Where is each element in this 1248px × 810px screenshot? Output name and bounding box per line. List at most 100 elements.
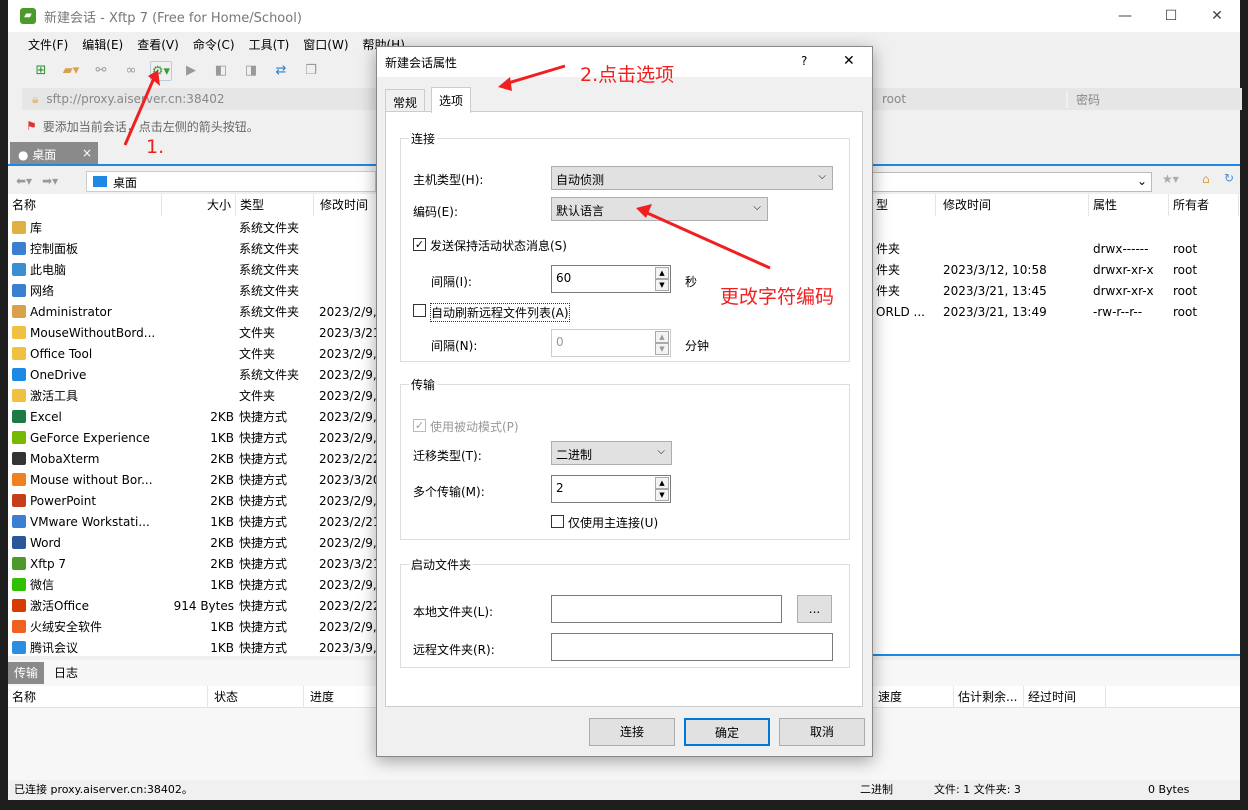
remote-path-input[interactable]: ⌄ bbox=[868, 172, 1152, 192]
menu-tools[interactable]: 工具(T) bbox=[249, 36, 290, 53]
tab-desktop[interactable]: ● 桌面 × bbox=[10, 142, 98, 166]
tab-log[interactable]: 日志 bbox=[48, 662, 84, 684]
connect-button[interactable]: 连接 bbox=[589, 718, 675, 746]
keepalive-checkbox[interactable]: ✓ bbox=[413, 238, 426, 251]
col-eta[interactable]: 估计剩余... bbox=[958, 686, 1024, 708]
col-speed[interactable]: 速度 bbox=[878, 686, 954, 708]
file-row[interactable]: Excel 2KB 快捷方式 2023/2/9, bbox=[8, 407, 384, 428]
col-name[interactable]: 名称 bbox=[12, 194, 162, 216]
dialog-close-button[interactable]: ✕ bbox=[843, 53, 855, 69]
remote-file-row[interactable]: 件夹 2023/3/21, 13:45 drwxr-xr-x root bbox=[868, 281, 1240, 302]
upload-icon[interactable]: ◧ bbox=[210, 61, 232, 81]
transfer-icon[interactable]: ⇄ bbox=[270, 61, 292, 81]
local-folder-input[interactable] bbox=[551, 595, 782, 623]
encoding-select[interactable]: 默认语言 ⌵ bbox=[551, 197, 768, 221]
ok-button[interactable]: 确定 bbox=[684, 718, 770, 746]
minimize-button[interactable]: — bbox=[1102, 0, 1148, 32]
file-row[interactable]: 激活工具 文件夹 2023/2/9, bbox=[8, 386, 384, 407]
chevron-down-icon[interactable]: ⌄ bbox=[1137, 174, 1147, 188]
username-field[interactable]: root bbox=[882, 92, 1070, 106]
menu-view[interactable]: 查看(V) bbox=[137, 36, 179, 53]
file-row[interactable]: 此电脑 系统文件夹 bbox=[8, 260, 384, 281]
menu-edit[interactable]: 编辑(E) bbox=[82, 36, 123, 53]
file-row[interactable]: 激活Office 914 Bytes 快捷方式 2023/2/22 bbox=[8, 596, 384, 617]
remote-file-row[interactable]: 件夹 drwx------ root bbox=[868, 239, 1240, 260]
file-row[interactable]: Mouse without Bor... 2KB 快捷方式 2023/3/20 bbox=[8, 470, 384, 491]
col-modified[interactable]: 修改时间 bbox=[320, 194, 384, 216]
close-button[interactable]: ✕ bbox=[1194, 0, 1240, 32]
local-path-input[interactable]: 桌面 bbox=[86, 171, 376, 192]
file-row[interactable]: 库 系统文件夹 bbox=[8, 218, 384, 239]
file-row[interactable]: 微信 1KB 快捷方式 2023/2/9, bbox=[8, 575, 384, 596]
terminal-icon[interactable]: ▶ bbox=[180, 61, 202, 81]
col-modified[interactable]: 修改时间 bbox=[943, 194, 1089, 216]
passive-mode-checkbox[interactable]: ✓ bbox=[413, 419, 426, 432]
col-progress[interactable]: 进度 bbox=[310, 686, 380, 708]
copy-icon[interactable]: ❐ bbox=[300, 61, 322, 81]
col-type[interactable]: 类型 bbox=[240, 194, 314, 216]
file-row[interactable]: OneDrive 系统文件夹 2023/2/9, bbox=[8, 365, 384, 386]
forward-icon[interactable]: ➡▾ bbox=[42, 174, 58, 188]
menu-window[interactable]: 窗口(W) bbox=[303, 36, 348, 53]
col-owner[interactable]: 所有者 bbox=[1173, 194, 1239, 216]
password-field[interactable]: 密码 bbox=[1066, 90, 1100, 108]
file-row[interactable]: 网络 系统文件夹 bbox=[8, 281, 384, 302]
host-type-select[interactable]: 自动侦测 ⌵ bbox=[551, 166, 833, 190]
tab-options[interactable]: 选项 bbox=[431, 87, 472, 113]
col-status[interactable]: 状态 bbox=[214, 686, 304, 708]
file-row[interactable]: 控制面板 系统文件夹 bbox=[8, 239, 384, 260]
col-elapsed[interactable]: 经过时间 bbox=[1028, 686, 1106, 708]
parent-folder-icon[interactable]: ⌂ bbox=[1202, 172, 1210, 186]
auto-refresh-checkbox[interactable] bbox=[413, 304, 426, 317]
file-row[interactable]: MouseWithoutBord... 文件夹 2023/3/21 bbox=[8, 323, 384, 344]
remote-file-row[interactable]: ORLD ... 2023/3/21, 13:49 -rw-r--r-- root bbox=[868, 302, 1240, 323]
file-row[interactable]: Word 2KB 快捷方式 2023/2/9, bbox=[8, 533, 384, 554]
file-row[interactable]: 火绒安全软件 1KB 快捷方式 2023/2/9, bbox=[8, 617, 384, 638]
tab-general[interactable]: 常规 bbox=[385, 89, 426, 113]
file-row[interactable]: Administrator 系统文件夹 2023/2/9, bbox=[8, 302, 384, 323]
spin-up-icon[interactable]: ▲ bbox=[655, 477, 669, 489]
file-row[interactable]: Office Tool 文件夹 2023/2/9, bbox=[8, 344, 384, 365]
main-connection-only-checkbox[interactable] bbox=[551, 515, 564, 528]
tab-transfer[interactable]: 传输 bbox=[8, 662, 45, 684]
cancel-button[interactable]: 取消 bbox=[779, 718, 865, 746]
help-button[interactable]: ? bbox=[801, 54, 807, 68]
remote-file-row[interactable]: 件夹 2023/3/12, 10:58 drwxr-xr-x root bbox=[868, 260, 1240, 281]
col-type[interactable]: 型 bbox=[876, 194, 936, 216]
multi-transfer-spinner[interactable]: 2 ▲ ▼ bbox=[551, 475, 671, 503]
file-row[interactable]: VMware Workstati... 1KB 快捷方式 2023/2/21 bbox=[8, 512, 384, 533]
back-icon[interactable]: ⬅▾ bbox=[16, 174, 32, 188]
col-size[interactable]: 大小 bbox=[168, 194, 236, 216]
spin-up-icon[interactable]: ▲ bbox=[655, 267, 669, 279]
reconnect-icon[interactable]: ∞ bbox=[120, 61, 142, 81]
address-url[interactable]: sftp://proxy.aiserver.cn:38402 bbox=[46, 92, 224, 106]
remote-file-row[interactable] bbox=[868, 218, 1240, 239]
refresh-interval-spinner[interactable]: 0 ▲ ▼ bbox=[551, 329, 671, 357]
col-permissions[interactable]: 属性 bbox=[1093, 194, 1169, 216]
file-row[interactable]: PowerPoint 2KB 快捷方式 2023/2/9, bbox=[8, 491, 384, 512]
menu-file[interactable]: 文件(F) bbox=[28, 36, 68, 53]
disconnect-icon[interactable]: ⚯ bbox=[90, 61, 112, 81]
spin-down-icon[interactable]: ▼ bbox=[655, 343, 669, 355]
file-row[interactable]: GeForce Experience 1KB 快捷方式 2023/2/9, bbox=[8, 428, 384, 449]
col-name[interactable]: 名称 bbox=[12, 686, 208, 708]
maximize-button[interactable]: ☐ bbox=[1148, 0, 1194, 32]
refresh-icon[interactable]: ↻ bbox=[1224, 171, 1234, 185]
transfer-type-select[interactable]: 二进制 ⌵ bbox=[551, 441, 672, 465]
file-row[interactable]: 腾讯会议 1KB 快捷方式 2023/3/9, bbox=[8, 638, 384, 659]
spin-down-icon[interactable]: ▼ bbox=[655, 279, 669, 291]
spin-up-icon[interactable]: ▲ bbox=[655, 331, 669, 343]
file-row[interactable]: MobaXterm 2KB 快捷方式 2023/2/22 bbox=[8, 449, 384, 470]
tab-close-icon[interactable]: × bbox=[82, 146, 92, 160]
session-properties-icon[interactable]: ⚙▾ bbox=[150, 61, 172, 81]
download-icon[interactable]: ◨ bbox=[240, 61, 262, 81]
file-row[interactable]: Xftp 7 2KB 快捷方式 2023/3/21 bbox=[8, 554, 384, 575]
menu-command[interactable]: 命令(C) bbox=[193, 36, 235, 53]
spin-down-icon[interactable]: ▼ bbox=[655, 489, 669, 501]
browse-button[interactable]: ... bbox=[797, 595, 832, 623]
bookmark-star-icon[interactable]: ★▾ bbox=[1162, 172, 1179, 186]
open-folder-icon[interactable]: ▰▾ bbox=[60, 61, 82, 81]
add-session-arrow-icon[interactable]: ⚑ bbox=[26, 119, 37, 133]
remote-folder-input[interactable] bbox=[551, 633, 833, 661]
new-session-icon[interactable]: ⊞ bbox=[30, 61, 52, 81]
